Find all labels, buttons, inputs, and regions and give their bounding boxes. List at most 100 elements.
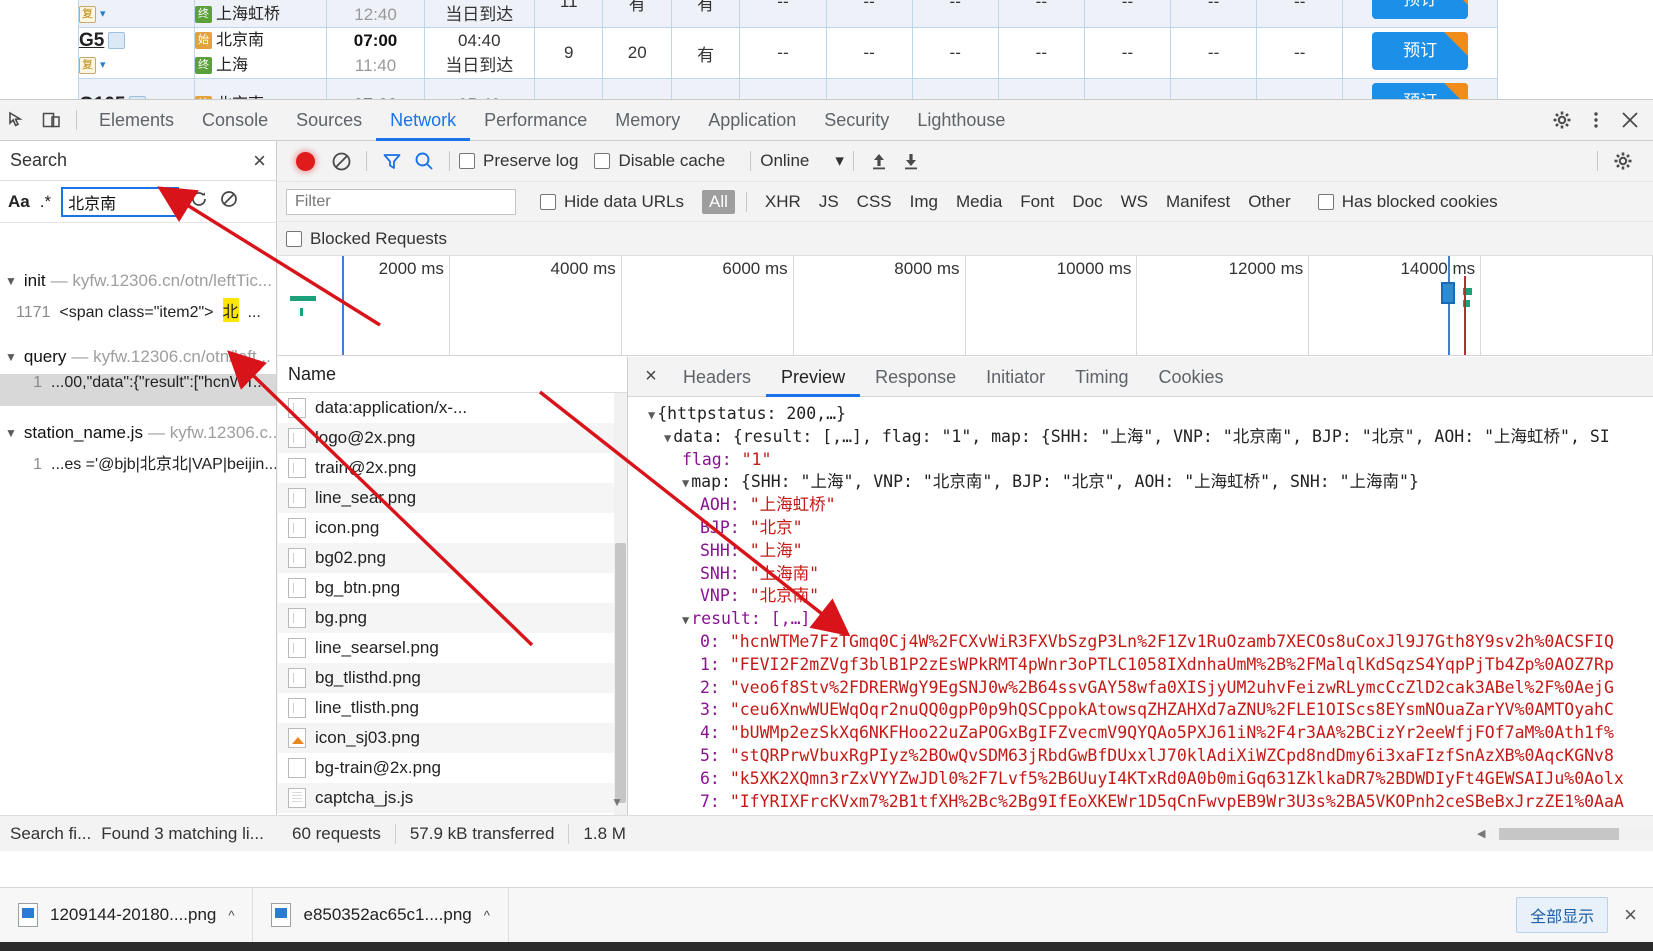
filter-type-ws[interactable]: WS [1114,190,1155,214]
json-map-line[interactable]: ▼ map: {SHH: "上海", VNP: "北京南", BJP: "北京",… [648,471,1653,494]
chevron-down-icon[interactable]: ▾ [100,53,106,78]
tab-response[interactable]: Response [860,357,971,397]
train-number-cell[interactable]: G105 [78,78,195,100]
regex-toggle[interactable]: .* [40,192,51,212]
scrollbar-track[interactable] [1489,827,1653,840]
filter-type-font[interactable]: Font [1013,190,1061,214]
book-button[interactable]: 预订 [1372,0,1469,19]
search-icon[interactable] [408,146,440,176]
search-result-line[interactable]: 1 ...00,"data":{"result":["hcnWT... [0,374,276,406]
tab-initiator[interactable]: Initiator [971,357,1060,397]
filter-type-img[interactable]: Img [903,190,945,214]
train-number-cell[interactable]: G5 复 ▾ [78,27,195,79]
filter-type-xhr[interactable]: XHR [758,190,808,214]
match-case-toggle[interactable]: Aa [8,192,30,212]
tab-lighthouse[interactable]: Lighthouse [903,100,1019,141]
chevron-down-icon[interactable]: ▼ [648,408,655,422]
chevron-down-icon[interactable]: ▾ [835,151,844,171]
scrollbar-thumb[interactable] [1499,827,1620,840]
inspect-element-icon[interactable] [0,103,34,137]
scrollbar-thumb[interactable] [615,543,626,803]
hide-data-urls-checkbox[interactable]: Hide data URLs [540,192,684,212]
search-result-group[interactable]: ▼ station_name.js — kyfw.12306.c... [0,416,276,450]
table-row[interactable]: G5 复 ▾ 始北京南 终上海 07:00 11:40 04:40 当日到达 9… [78,27,1498,79]
tab-application[interactable]: Application [694,100,810,141]
book-cell[interactable]: 预订 [1342,27,1498,79]
json-root-line[interactable]: ▼ {httpstatus: 200,…} [648,403,1653,426]
tab-network[interactable]: Network [376,100,470,141]
download-item[interactable]: 1209144-20180....png ^ [0,887,254,943]
checkbox-box[interactable] [594,153,611,169]
close-icon[interactable] [1613,103,1647,137]
list-item[interactable]: captcha_js.js [278,783,627,813]
filter-type-manifest[interactable]: Manifest [1159,190,1237,214]
chevron-down-icon[interactable]: ▾ [100,2,106,27]
chevron-left-icon[interactable]: ◀ [1473,827,1489,840]
tab-console[interactable]: Console [188,100,282,141]
chevron-down-icon[interactable]: ▼ [5,350,17,364]
list-item[interactable]: line_tlisth.png [278,693,627,723]
filter-type-other[interactable]: Other [1241,190,1298,214]
tab-sources[interactable]: Sources [282,100,376,141]
filter-input[interactable] [286,188,516,215]
download-item[interactable]: e850352ac65c1....png ^ [253,887,509,943]
list-item[interactable]: bg-train@2x.png [278,753,627,783]
throttling-select[interactable]: Online ▾ [760,151,844,171]
table-row[interactable]: G1 复▾ 始— 终上海虹桥 00:00 12:40 [78,0,1498,28]
checkbox-box[interactable] [286,230,302,247]
download-arrow-icon[interactable] [895,146,927,176]
book-button[interactable]: 预订 [1372,31,1469,70]
chevron-down-icon[interactable]: ▼ [664,431,671,445]
list-item[interactable]: train@2x.png [278,453,627,483]
list-item[interactable]: line_sear.png [278,483,627,513]
checkbox-box[interactable] [540,193,556,210]
book-cell[interactable]: 预订 [1342,0,1498,28]
horizontal-scrollbar[interactable]: ◀ [1473,827,1653,841]
disable-cache-checkbox[interactable]: Disable cache [594,151,725,171]
upload-arrow-icon[interactable] [863,146,895,176]
train-number[interactable]: G5 [79,28,104,53]
more-vertical-icon[interactable] [1579,103,1613,137]
list-item[interactable]: icon_sj03.png [278,723,627,753]
checkbox-box[interactable] [459,153,475,169]
filter-type-all[interactable]: All [702,189,735,214]
record-dot-icon[interactable] [296,151,315,171]
tab-elements[interactable]: Elements [85,100,188,141]
show-all-downloads-button[interactable]: 全部显示 [1516,897,1609,933]
search-result-group[interactable]: ▼ query — kyfw.12306.cn/otn/left... [0,340,276,374]
request-list-header[interactable]: Name [278,357,627,393]
json-result-line[interactable]: ▼ result: [,…] [648,608,1653,631]
gear-icon[interactable] [1545,103,1579,137]
blocked-requests-checkbox[interactable]: Blocked Requests [286,229,447,249]
json-data-line[interactable]: ▼ data: {result: [,…], flag: "1", map: {S… [648,426,1653,449]
list-item[interactable]: line_searsel.png [278,633,627,663]
preview-json-tree[interactable]: ▼ {httpstatus: 200,…} ▼ data: {result: [,…… [628,397,1653,815]
chevron-down-icon[interactable]: ▼ [5,426,17,440]
search-result-group[interactable]: ▼ init — kyfw.12306.cn/otn/leftTic... [0,264,276,298]
seatmap-icon[interactable] [108,32,126,49]
network-overview-timeline[interactable]: 2000 ms 4000 ms 6000 ms 8000 ms 10000 ms… [278,256,1653,356]
list-item[interactable]: bg02.png [278,543,627,573]
close-icon[interactable]: × [253,148,266,174]
search-result-line[interactable]: 1 ...es ='@bjb|北京北|VAP|beijin... [0,450,276,482]
train-number-cell[interactable]: G1 复▾ [78,0,195,28]
filter-type-css[interactable]: CSS [850,190,899,214]
preserve-log-checkbox[interactable]: Preserve log [459,151,578,171]
tab-security[interactable]: Security [810,100,903,141]
tab-memory[interactable]: Memory [601,100,694,141]
clear-icon[interactable] [219,189,239,214]
filter-type-js[interactable]: JS [812,190,846,214]
search-result-line[interactable]: 1171 <span class="item2"> 北... [0,298,276,330]
filter-type-doc[interactable]: Doc [1065,190,1109,214]
chevron-up-icon[interactable]: ^ [228,908,234,923]
chevron-down-icon[interactable]: ▼ [682,613,689,627]
filter-type-media[interactable]: Media [949,190,1009,214]
list-item[interactable]: bg_tlisthd.png [278,663,627,693]
list-item[interactable]: bg.png [278,603,627,633]
book-cell[interactable]: 预订 [1342,78,1498,99]
chevron-down-icon[interactable]: ▼ [611,795,623,809]
chevron-up-icon[interactable]: ^ [484,908,490,923]
train-number[interactable]: G105 [79,92,125,100]
list-item[interactable]: logo@2x.png [278,423,627,453]
list-item[interactable]: bg_btn.png [278,573,627,603]
